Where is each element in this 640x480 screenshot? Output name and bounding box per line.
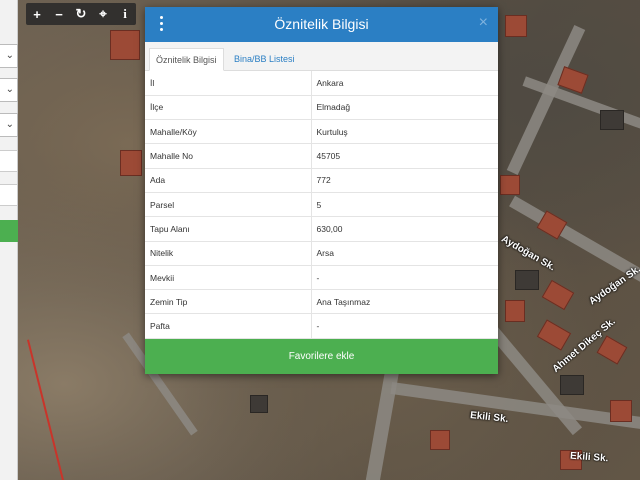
attribute-key: Pafta [145,313,312,339]
close-icon[interactable]: × [479,14,488,32]
zoom-in-button[interactable]: + [26,3,48,25]
info-icon[interactable]: i [114,3,136,25]
locate-icon[interactable]: ⌖ [92,3,114,25]
map-building [500,175,520,195]
table-row: Parsel 5 [145,192,498,218]
table-row: İlçe Elmadağ [145,95,498,121]
street-label: Aydoğan Sk. [499,233,557,274]
table-row: İl Ankara [145,71,498,96]
attribute-key: Nitelik [145,241,312,266]
map-building [560,375,584,395]
chevron-down-icon: ⌄ [5,50,14,61]
map-building [430,430,450,450]
attribute-key: Parsel [145,192,312,218]
dialog-header: Öznitelik Bilgisi × [145,7,498,42]
tab-building-list[interactable]: Bina/BB Listesi [228,48,301,71]
attribute-value: - [311,265,498,291]
table-row: Pafta - [145,313,498,339]
map-building [596,335,628,365]
map-building [541,279,575,311]
map-building [515,270,539,290]
dialog-tabs: Öznitelik Bilgisi Bina/BB Listesi [145,42,498,71]
dialog-title: Öznitelik Bilgisi [274,16,369,32]
zoom-out-button[interactable]: − [48,3,70,25]
attribute-table: İl Ankara İlçe Elmadağ Mahalle/Köy Kurtuluş Ma… [145,71,498,339]
map-building [250,395,268,413]
map-building [610,400,632,422]
map-toolbar: + − ↻ ⌖ i [26,3,136,25]
attribute-key: Mahalle/Köy [145,119,312,145]
left-panel-select[interactable]: ⌄ [0,113,18,137]
attribute-value: Ankara [311,71,498,96]
attribute-value: Ana Taşınmaz [311,289,498,315]
attribute-value: Elmadağ [311,95,498,121]
table-row: Zemin Tip Ana Taşınmaz [145,289,498,315]
attribute-info-dialog: Öznitelik Bilgisi × Öznitelik Bilgisi Bi… [145,7,498,374]
attribute-value: 5 [311,192,498,218]
map-building [505,15,527,37]
table-row: Mahalle No 45705 [145,143,498,169]
attribute-value: 45705 [311,143,498,169]
left-panel-select[interactable]: ⌄ [0,44,18,68]
chevron-down-icon: ⌄ [5,119,14,130]
left-panel: ⌄ ⌄ ⌄ [0,0,18,480]
table-row: Mevkii - [145,265,498,291]
attribute-key: Mahalle No [145,143,312,169]
left-panel-select[interactable]: ⌄ [0,78,18,102]
attribute-value: 630,00 [311,216,498,242]
chevron-down-icon: ⌄ [5,84,14,95]
attribute-value: Arsa [311,241,498,266]
table-row: Tapu Alanı 630,00 [145,216,498,242]
street-label: Ekili Sk. [469,410,509,425]
attribute-key: Mevkii [145,265,312,291]
attribute-value: Kurtuluş [311,119,498,145]
attribute-key: Zemin Tip [145,289,312,315]
attribute-key: İlçe [145,95,312,121]
map-building [505,300,525,322]
left-panel-action-button[interactable] [0,220,18,242]
attribute-key: Tapu Alanı [145,216,312,242]
map-building [120,150,142,176]
left-panel-input[interactable] [0,184,18,206]
table-row: Mahalle/Köy Kurtuluş [145,119,498,145]
attribute-key: İl [145,71,312,96]
attribute-value: 772 [311,168,498,193]
tab-attribute-info[interactable]: Öznitelik Bilgisi [149,48,224,71]
map-road [390,381,640,431]
left-panel-input[interactable] [0,150,18,172]
map-building [536,319,572,351]
map-building [110,30,140,60]
parcel-boundary-line [27,339,66,480]
attribute-key: Ada [145,168,312,193]
map-building [600,110,624,130]
attribute-value: - [311,313,498,339]
add-to-favorites-button[interactable]: Favorilere ekle [145,339,498,374]
refresh-icon[interactable]: ↻ [70,3,92,25]
table-row: Ada 772 [145,168,498,193]
street-label: Aydoğan Sk. [587,263,640,308]
table-row: Nitelik Arsa [145,241,498,266]
